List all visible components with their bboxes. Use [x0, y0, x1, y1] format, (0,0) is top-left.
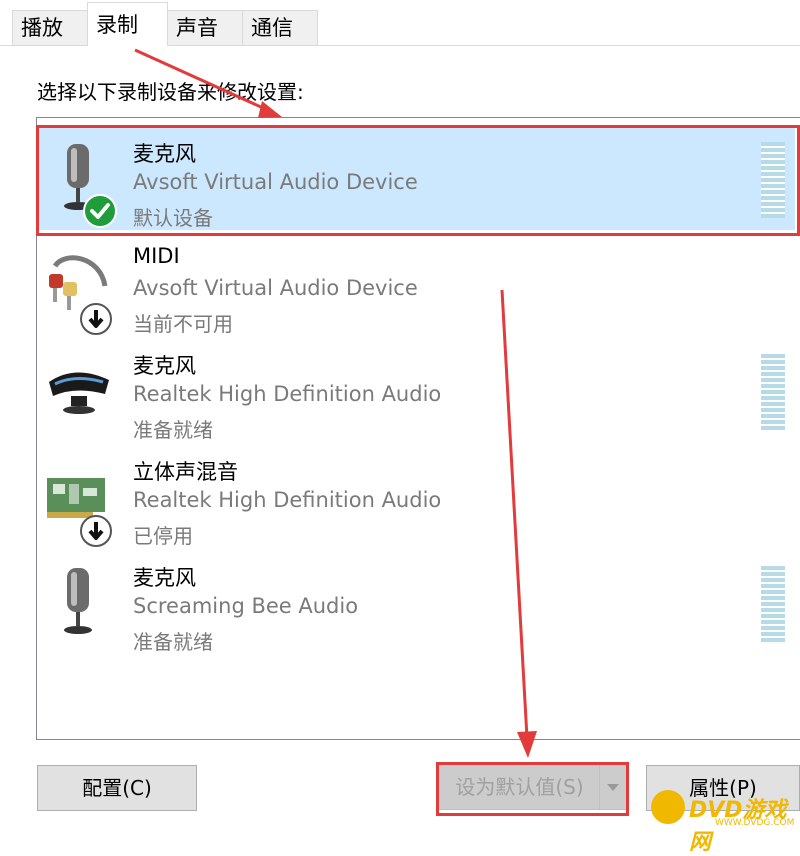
device-row-mic-avsoft[interactable]: 麦克风 Avsoft Virtual Audio Device 默认设备 [39, 126, 795, 230]
chevron-down-icon [607, 784, 619, 791]
watermark-logo: DVD游戏网 WWW.DVDG.COM [645, 782, 800, 855]
device-row-mic-realtek[interactable]: 麦克风 Realtek High Definition Audio 准备就绪 [39, 338, 795, 442]
device-row-midi[interactable]: MIDI Avsoft Virtual Audio Device 当前不可用 [39, 232, 795, 336]
device-row-stereo-mix[interactable]: 立体声混音 Realtek High Definition Audio 已停用 [39, 444, 795, 548]
tab-sounds[interactable]: 声音 [167, 10, 243, 45]
device-status: 当前不可用 [133, 312, 233, 336]
device-status: 已停用 [133, 524, 193, 548]
level-meter [761, 142, 785, 218]
device-description: Avsoft Virtual Audio Device [133, 276, 418, 300]
tab-recording[interactable]: 录制 [87, 2, 168, 46]
device-description: Screaming Bee Audio [133, 594, 359, 618]
configure-button[interactable]: 配置(C) [37, 765, 197, 811]
set-default-dropdown[interactable] [599, 765, 626, 809]
level-meter [761, 566, 785, 642]
default-check-icon [83, 194, 117, 228]
device-name: 麦克风 [133, 354, 196, 378]
gamepad-icon [651, 790, 685, 824]
recording-device-list[interactable]: 麦克风 Avsoft Virtual Audio Device 默认设备 MID… [36, 117, 800, 740]
webcam-icon [49, 372, 109, 414]
device-name: MIDI [133, 244, 180, 268]
instruction-text: 选择以下录制设备来修改设置: [37, 80, 304, 104]
tab-communications[interactable]: 通信 [242, 10, 318, 45]
device-description: Realtek High Definition Audio [133, 488, 442, 512]
level-meter [761, 354, 785, 430]
device-name: 立体声混音 [133, 460, 238, 484]
set-default-button[interactable]: 设为默认值(S) [438, 764, 627, 810]
down-arrow-icon [80, 515, 112, 547]
microphone-icon [64, 568, 92, 634]
watermark-subtext: WWW.DVDG.COM [715, 818, 795, 828]
tab-playback[interactable]: 播放 [12, 10, 88, 45]
device-description: Avsoft Virtual Audio Device [133, 170, 418, 194]
device-description: Realtek High Definition Audio [133, 382, 442, 406]
device-name: 麦克风 [133, 142, 196, 166]
device-status: 准备就绪 [133, 630, 213, 654]
device-name: 麦克风 [133, 566, 196, 590]
device-status: 准备就绪 [133, 418, 213, 442]
device-row-mic-screaming-bee[interactable]: 麦克风 Screaming Bee Audio 准备就绪 [39, 550, 795, 654]
down-arrow-icon [80, 303, 112, 335]
set-default-label: 设为默认值(S) [455, 775, 584, 799]
tab-strip: 播放 录制 声音 通信 [0, 0, 800, 46]
device-status: 默认设备 [133, 206, 213, 230]
